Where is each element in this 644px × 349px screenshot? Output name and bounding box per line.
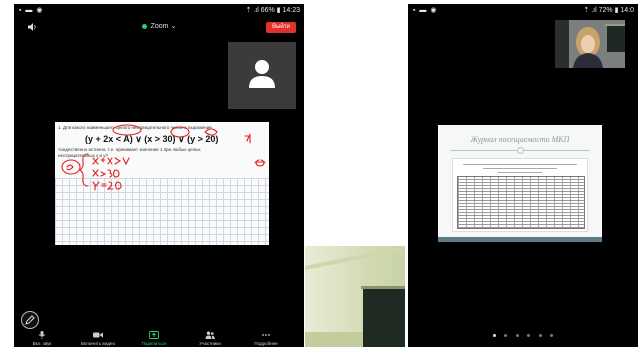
page-dot [515,334,519,337]
toolbar-label: Поделиться [141,341,167,346]
video-button[interactable]: Включить видео [70,331,126,346]
classroom-photo [305,246,405,347]
video-camera-icon [93,332,103,338]
status-bar: ▪ ▬ ◉ ⇡ .ıl 66% ▮ 14:23 [14,4,304,16]
participants-button[interactable]: Участники [182,331,238,346]
page-indicator[interactable] [408,324,638,342]
more-button[interactable]: Подробнее [238,331,294,346]
page-dot [504,334,508,337]
toolbar-label: Подробнее [254,341,278,346]
page-dot [538,334,542,337]
toolbar-label: Участники [199,341,221,346]
shared-presentation-slide: Журнал посещаемости МКП [438,125,602,242]
avatar-icon [249,60,275,88]
meeting-toolbar: Вкл. звук Включить видео Поделиться Учас… [14,321,304,347]
status-battery-time: ⇡ .ıl 72% ▮ 14:0 [583,7,634,14]
share-button[interactable]: Поделиться [126,331,182,346]
journal-grid [457,176,585,229]
presenter-image [555,20,625,68]
share-icon [149,331,159,339]
status-icons: ▪ ▬ ◉ [413,7,438,14]
page-dot [550,334,554,337]
page-dot [527,334,531,337]
toolbar-label: Вкл. звук [32,341,52,346]
journal-heading-line [463,164,577,165]
meeting-header: Zoom ⌄ Выйти [14,16,304,38]
slide-ornament [517,147,524,154]
status-battery-time: ⇡ .ıl 66% ▮ 14:23 [245,7,300,14]
mute-button[interactable]: Вкл. звук [14,331,70,346]
participants-icon [205,331,215,339]
status-icons: ▪ ▬ ◉ [19,7,44,14]
toolbar-label: Включить видео [81,341,115,346]
microphone-icon [38,331,46,339]
zoom-phone-left: ▪ ▬ ◉ ⇡ .ıl 66% ▮ 14:23 Zoom ⌄ Выйти 1. … [14,4,304,347]
journal-heading-line [483,168,557,169]
classroom-wall-image [305,246,405,347]
shared-whiteboard: 1. Для какого наименьшего целого неотриц… [55,122,269,245]
chevron-down-icon: ⌄ [170,23,177,30]
handwritten-annotations [61,124,266,191]
leave-button[interactable]: Выйти [266,22,296,33]
presenter-video-thumbnail[interactable] [555,20,625,68]
slide-title: Журнал посещаемости МКП [470,135,570,144]
meeting-title-text: Zoom [150,23,169,30]
more-icon [262,334,270,336]
journal-heading-line [498,172,542,173]
secure-dot-icon [141,23,147,29]
zoom-phone-right: ▪ ▬ ◉ ⇡ .ıl 72% ▮ 14:0 Журнал посещаемос… [408,4,638,347]
slide-footer-band [438,237,602,242]
page-dot [492,334,496,337]
meeting-title[interactable]: Zoom ⌄ [14,22,304,30]
attendance-journal-table [452,158,588,232]
participant-video-tile[interactable] [228,42,296,109]
status-bar: ▪ ▬ ◉ ⇡ .ıl 72% ▮ 14:0 [408,4,638,16]
